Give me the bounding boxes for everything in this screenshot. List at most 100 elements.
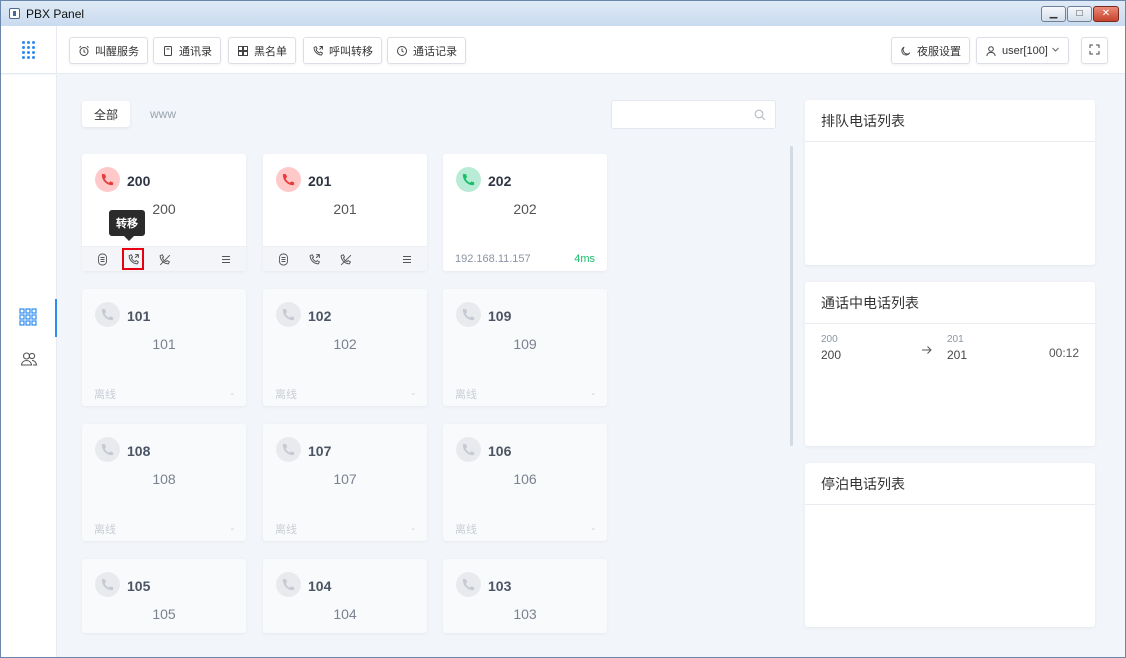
status-dash: - [411, 522, 415, 535]
offline-status: 离线 [275, 388, 297, 401]
status-dash: - [591, 522, 595, 535]
phone-busy-icon [276, 167, 301, 192]
extension-card-108[interactable]: 108 108 离线 - [82, 424, 246, 541]
search-input[interactable] [611, 100, 776, 129]
extension-name: 101 [152, 336, 176, 352]
menu-icon[interactable] [399, 251, 415, 267]
extension-footer: 离线 - [263, 516, 427, 541]
parked-calls-panel: 停泊电话列表 [805, 463, 1095, 627]
transfer-button[interactable] [122, 248, 144, 270]
alarm-clock-icon [78, 45, 90, 57]
phone-offline-icon [456, 572, 481, 597]
clock-icon [396, 45, 408, 57]
extension-number: 105 [127, 578, 151, 594]
hangup-icon[interactable] [337, 251, 353, 267]
extension-card-105[interactable]: 105 105 [82, 559, 246, 633]
extension-card-104[interactable]: 104 104 [263, 559, 427, 633]
dialpad-keys-icon[interactable] [94, 251, 110, 267]
extension-card-107[interactable]: 107 107 离线 - [263, 424, 427, 541]
phone-offline-icon [456, 302, 481, 327]
menu-icon[interactable] [218, 251, 234, 267]
parked-calls-title: 停泊电话列表 [805, 463, 1095, 505]
extension-footer: 离线 - [443, 381, 607, 406]
extension-actions [82, 246, 246, 271]
wakeup-service-button[interactable]: 叫醒服务 [69, 37, 148, 64]
user-menu-label: user[100] [1002, 44, 1048, 57]
extension-card-200[interactable]: 200 200 [82, 154, 246, 271]
user-menu-dropdown[interactable]: user[100] [976, 37, 1069, 64]
extension-name: 106 [513, 471, 537, 487]
extension-number: 104 [308, 578, 332, 594]
extension-card-109[interactable]: 109 109 离线 - [443, 289, 607, 406]
offline-status: 离线 [94, 523, 116, 536]
extension-card-202[interactable]: 202 202 192.168.11.157 4ms [443, 154, 607, 271]
window-title: PBX Panel [26, 6, 85, 21]
night-service-label: 夜服设置 [917, 45, 961, 58]
tab-all[interactable]: 全部 [82, 101, 131, 127]
extension-card-103[interactable]: 103 103 [443, 559, 607, 633]
dialpad-keys-icon[interactable] [275, 251, 291, 267]
dialpad-button[interactable] [1, 26, 57, 74]
contacts-book-icon [162, 45, 174, 57]
extension-footer: 离线 - [82, 381, 246, 406]
extension-name: 107 [333, 471, 357, 487]
extension-footer: 离线 - [263, 381, 427, 406]
left-sidebar [1, 75, 57, 657]
tab-www[interactable]: www [138, 101, 188, 127]
status-dash: - [591, 387, 595, 400]
extension-name: 109 [513, 336, 537, 352]
maximize-button[interactable]: □ [1067, 6, 1092, 22]
call-forward-label: 呼叫转移 [329, 45, 373, 58]
search-icon [754, 109, 766, 124]
extension-name: 108 [152, 471, 176, 487]
close-button[interactable]: ✕ [1093, 6, 1119, 22]
users-icon [20, 350, 38, 371]
extension-name: 103 [513, 606, 537, 622]
extensions-scrollbar[interactable] [790, 146, 793, 446]
extension-name: 200 [152, 201, 176, 217]
phone-offline-icon [456, 437, 481, 462]
offline-status: 离线 [455, 523, 477, 536]
fullscreen-icon [1089, 44, 1100, 58]
phone-offline-icon [95, 572, 120, 597]
sidebar-item-users[interactable] [1, 341, 57, 379]
phone-offline-icon [276, 302, 301, 327]
extension-card-101[interactable]: 101 101 离线 - [82, 289, 246, 406]
night-service-button[interactable]: 夜服设置 [891, 37, 970, 64]
blacklist-label: 黑名单 [254, 45, 287, 58]
app-icon [9, 8, 20, 19]
blacklist-button[interactable]: 黑名单 [228, 37, 296, 64]
extension-card-201[interactable]: 201 201 [263, 154, 427, 271]
extension-card-106[interactable]: 106 106 离线 - [443, 424, 607, 541]
minimize-button[interactable]: ▁ [1041, 6, 1066, 22]
hangup-icon[interactable] [156, 251, 172, 267]
extensions-grid-icon [19, 307, 37, 329]
contacts-label: 通讯录 [179, 45, 212, 58]
sidebar-item-extensions[interactable] [1, 299, 57, 337]
caller-name: 200 [821, 348, 842, 362]
chevron-down-icon [1051, 45, 1060, 57]
extension-number: 108 [127, 443, 151, 459]
offline-status: 离线 [455, 388, 477, 401]
queue-panel: 排队电话列表 [805, 100, 1095, 265]
moon-icon [900, 45, 912, 57]
extension-number: 202 [488, 173, 512, 189]
arrow-right-icon [921, 344, 933, 358]
active-calls-title: 通话中电话列表 [805, 282, 1095, 324]
extension-name: 105 [152, 606, 176, 622]
extension-number: 102 [308, 308, 332, 324]
call-forward-button[interactable]: 呼叫转移 [303, 37, 382, 64]
callee-name: 201 [947, 348, 968, 362]
call-records-button[interactable]: 通话记录 [387, 37, 466, 64]
transfer-button[interactable] [306, 251, 322, 267]
extension-number: 103 [488, 578, 512, 594]
extension-name: 102 [333, 336, 357, 352]
extension-name: 201 [333, 201, 357, 217]
active-call-row[interactable]: 200 200 201 201 00:12 [821, 334, 1079, 364]
fullscreen-button[interactable] [1081, 37, 1108, 64]
phone-idle-icon [456, 167, 481, 192]
extension-card-102[interactable]: 102 102 离线 - [263, 289, 427, 406]
contacts-button[interactable]: 通讯录 [153, 37, 221, 64]
close-icon: ✕ [1101, 8, 1111, 19]
extension-footer: 192.168.11.157 4ms [443, 246, 607, 271]
